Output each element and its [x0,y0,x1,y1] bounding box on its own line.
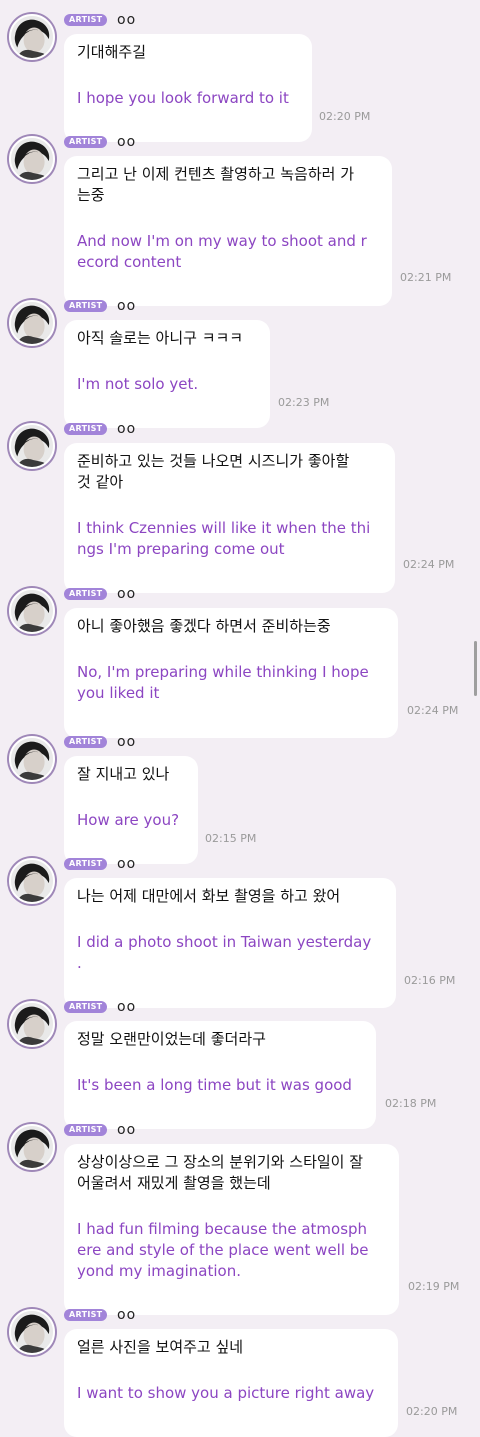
original-text: 상상이상으로 그 장소의 분위기와 스타일이 잘 어울려서 재밌게 촬영을 했는… [77,1153,364,1192]
artist-name: oo [117,1307,137,1323]
avatar-photo [9,588,55,634]
message-timestamp: 02:23 PM [278,396,330,409]
original-text: 나는 어제 대만에서 화보 촬영을 하고 왔어 [77,887,341,905]
artist-badge: ARTIST [64,14,108,26]
message-bubble[interactable]: 그리고 난 이제 컨텐츠 촬영하고 녹음하러 가 는중 And now I'm o… [64,156,392,306]
translated-text: How are you? [77,811,180,829]
translated-text: I hope you look forward to it [77,89,289,107]
message-timestamp: 02:19 PM [408,1280,460,1293]
translated-text: I want to show you a picture right away [77,1384,375,1402]
message-timestamp: 02:21 PM [400,271,452,284]
artist-name: oo [117,12,137,28]
artist-badge: ARTIST [64,736,108,748]
original-text: 준비하고 있는 것들 나오면 시즈니가 좋아할 것 같아 [77,452,350,491]
artist-name: oo [117,1122,137,1138]
message-timestamp: 02:20 PM [406,1405,458,1418]
message-timestamp: 02:20 PM [319,110,371,123]
avatar-photo [9,300,55,346]
avatar-photo [9,1001,55,1047]
artist-name: oo [117,856,137,872]
artist-badge: ARTIST [64,136,108,148]
avatar-photo [9,14,55,60]
artist-badge: ARTIST [64,300,108,312]
message-timestamp: 02:16 PM [404,974,456,987]
translated-text: I'm not solo yet. [77,375,199,393]
avatar-photo [9,136,55,182]
artist-badge: ARTIST [64,1124,108,1136]
artist-name: oo [117,586,137,602]
artist-avatar[interactable] [7,999,57,1049]
message-bubble[interactable]: 잘 지내고 있나 How are you? [64,756,198,864]
artist-avatar[interactable] [7,12,57,62]
translated-text: I did a photo shoot in Taiwan yesterday … [77,933,372,972]
artist-badge: ARTIST [64,423,108,435]
artist-name: oo [117,999,137,1015]
original-text: 아직 솔로는 아니구 ㅋㅋㅋ [77,329,244,347]
message-bubble[interactable]: 아직 솔로는 아니구 ㅋㅋㅋ I'm not solo yet. [64,320,270,428]
artist-badge: ARTIST [64,588,108,600]
message-bubble[interactable]: 얼른 사진을 보여주고 싶네 I want to show you a pictu… [64,1329,398,1437]
artist-badge: ARTIST [64,858,108,870]
artist-avatar[interactable] [7,421,57,471]
message-bubble[interactable]: 정말 오랜만이었는데 좋더라구 It's been a long time but… [64,1021,376,1129]
translated-text: I had fun filming because the atmosph er… [77,1220,369,1280]
artist-badge: ARTIST [64,1309,108,1321]
artist-badge: ARTIST [64,1001,108,1013]
original-text: 그리고 난 이제 컨텐츠 촬영하고 녹음하러 가 는중 [77,165,355,204]
original-text: 얼른 사진을 보여주고 싶네 [77,1338,244,1356]
translated-text: And now I'm on my way to shoot and r eco… [77,232,367,271]
artist-name: oo [117,298,137,314]
message-timestamp: 02:15 PM [205,832,257,845]
original-text: 잘 지내고 있나 [77,765,170,783]
artist-name: oo [117,421,137,437]
avatar-photo [9,858,55,904]
artist-avatar[interactable] [7,586,57,636]
artist-avatar[interactable] [7,1307,57,1357]
artist-avatar[interactable] [7,734,57,784]
message-bubble[interactable]: 나는 어제 대만에서 화보 촬영을 하고 왔어 I did a photo sho… [64,878,396,1008]
artist-avatar[interactable] [7,134,57,184]
original-text: 기대해주길 [77,43,147,61]
avatar-photo [9,1309,55,1355]
message-timestamp: 02:24 PM [407,704,459,717]
scrollbar[interactable] [474,641,477,696]
translated-text: It's been a long time but it was good [77,1076,352,1094]
message-bubble[interactable]: 기대해주길 I hope you look forward to it [64,34,312,142]
translated-text: No, I'm preparing while thinking I hope … [77,663,369,702]
original-text: 정말 오랜만이었는데 좋더라구 [77,1030,266,1048]
avatar-photo [9,1124,55,1170]
artist-name: oo [117,734,137,750]
message-bubble[interactable]: 상상이상으로 그 장소의 분위기와 스타일이 잘 어울려서 재밌게 촬영을 했는… [64,1144,399,1315]
avatar-photo [9,736,55,782]
translated-text: I think Czennies will like it when the t… [77,519,371,558]
message-bubble[interactable]: 준비하고 있는 것들 나오면 시즈니가 좋아할 것 같아 I think Czen… [64,443,395,593]
message-timestamp: 02:24 PM [403,558,455,571]
original-text: 아니 좋아했음 좋겠다 하면서 준비하는중 [77,617,331,635]
artist-avatar[interactable] [7,856,57,906]
message-timestamp: 02:18 PM [385,1097,437,1110]
avatar-photo [9,423,55,469]
artist-avatar[interactable] [7,298,57,348]
artist-name: oo [117,134,137,150]
message-bubble[interactable]: 아니 좋아했음 좋겠다 하면서 준비하는중 No, I'm preparing w… [64,608,398,738]
artist-avatar[interactable] [7,1122,57,1172]
